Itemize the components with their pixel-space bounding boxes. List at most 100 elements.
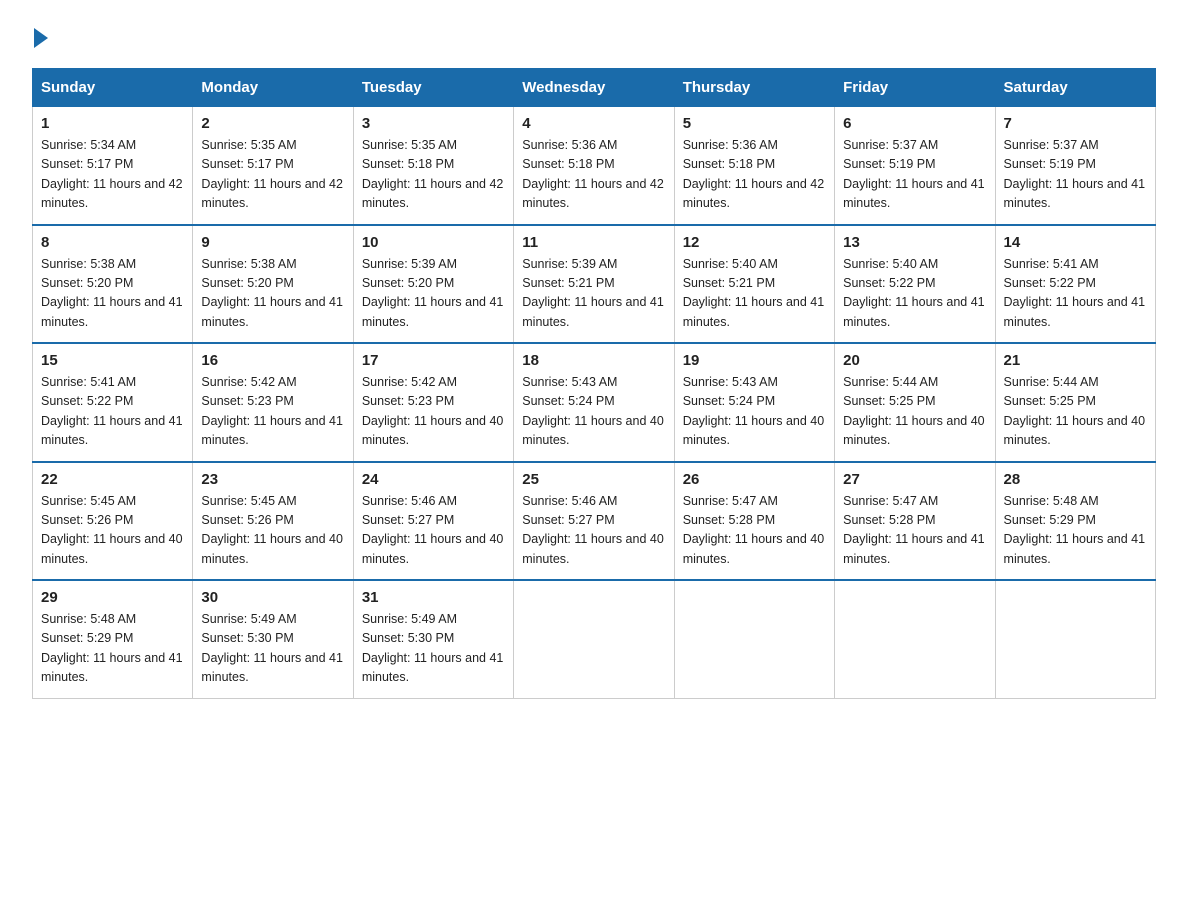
calendar-cell: 9 Sunrise: 5:38 AMSunset: 5:20 PMDaylight… [193, 225, 353, 344]
day-number: 16 [201, 352, 344, 369]
day-info: Sunrise: 5:37 AMSunset: 5:19 PMDaylight:… [1004, 138, 1146, 210]
col-header-saturday: Saturday [995, 69, 1155, 107]
day-number: 11 [522, 234, 665, 251]
calendar-cell: 10 Sunrise: 5:39 AMSunset: 5:20 PMDayligh… [353, 225, 513, 344]
logo [32, 24, 48, 48]
calendar-cell: 20Sunrise: 5:44 AMSunset: 5:25 PMDayligh… [835, 343, 995, 462]
calendar-cell: 17 Sunrise: 5:42 AMSunset: 5:23 PMDayligh… [353, 343, 513, 462]
calendar-cell: 4Sunrise: 5:36 AMSunset: 5:18 PMDaylight… [514, 107, 674, 225]
col-header-friday: Friday [835, 69, 995, 107]
day-number: 22 [41, 471, 184, 488]
day-info: Sunrise: 5:36 AMSunset: 5:18 PMDaylight:… [683, 138, 825, 210]
day-number: 12 [683, 234, 826, 251]
day-number: 19 [683, 352, 826, 369]
col-header-tuesday: Tuesday [353, 69, 513, 107]
calendar-cell: 2 Sunrise: 5:35 AMSunset: 5:17 PMDaylight… [193, 107, 353, 225]
day-info: Sunrise: 5:40 AMSunset: 5:21 PMDaylight:… [683, 257, 825, 329]
day-info: Sunrise: 5:39 AMSunset: 5:21 PMDaylight:… [522, 257, 664, 329]
day-info: Sunrise: 5:36 AMSunset: 5:18 PMDaylight:… [522, 138, 664, 210]
day-info: Sunrise: 5:34 AMSunset: 5:17 PMDaylight:… [41, 138, 183, 210]
day-number: 8 [41, 234, 184, 251]
day-info: Sunrise: 5:35 AMSunset: 5:17 PMDaylight:… [201, 138, 343, 210]
day-number: 14 [1004, 234, 1147, 251]
day-number: 27 [843, 471, 986, 488]
day-number: 26 [683, 471, 826, 488]
calendar-table: SundayMondayTuesdayWednesdayThursdayFrid… [32, 68, 1156, 699]
day-number: 28 [1004, 471, 1147, 488]
day-number: 5 [683, 115, 826, 132]
calendar-cell [835, 580, 995, 698]
day-number: 23 [201, 471, 344, 488]
day-info: Sunrise: 5:48 AMSunset: 5:29 PMDaylight:… [1004, 494, 1146, 566]
day-info: Sunrise: 5:41 AMSunset: 5:22 PMDaylight:… [41, 375, 183, 447]
calendar-cell: 3 Sunrise: 5:35 AMSunset: 5:18 PMDaylight… [353, 107, 513, 225]
calendar-cell: 21 Sunrise: 5:44 AMSunset: 5:25 PMDayligh… [995, 343, 1155, 462]
day-info: Sunrise: 5:49 AMSunset: 5:30 PMDaylight:… [362, 612, 504, 684]
calendar-cell [995, 580, 1155, 698]
col-header-wednesday: Wednesday [514, 69, 674, 107]
calendar-cell [514, 580, 674, 698]
calendar-cell: 18 Sunrise: 5:43 AMSunset: 5:24 PMDayligh… [514, 343, 674, 462]
day-info: Sunrise: 5:44 AMSunset: 5:25 PMDaylight:… [1004, 375, 1146, 447]
day-info: Sunrise: 5:48 AMSunset: 5:29 PMDaylight:… [41, 612, 183, 684]
calendar-cell: 11 Sunrise: 5:39 AMSunset: 5:21 PMDayligh… [514, 225, 674, 344]
calendar-cell: 12 Sunrise: 5:40 AMSunset: 5:21 PMDayligh… [674, 225, 834, 344]
calendar-cell: 28 Sunrise: 5:48 AMSunset: 5:29 PMDayligh… [995, 462, 1155, 581]
day-info: Sunrise: 5:38 AMSunset: 5:20 PMDaylight:… [41, 257, 183, 329]
calendar-week-row: 1Sunrise: 5:34 AMSunset: 5:17 PMDaylight… [33, 107, 1156, 225]
calendar-cell: 16 Sunrise: 5:42 AMSunset: 5:23 PMDayligh… [193, 343, 353, 462]
day-info: Sunrise: 5:39 AMSunset: 5:20 PMDaylight:… [362, 257, 504, 329]
day-number: 20 [843, 352, 986, 369]
day-number: 21 [1004, 352, 1147, 369]
day-info: Sunrise: 5:47 AMSunset: 5:28 PMDaylight:… [683, 494, 825, 566]
calendar-cell [674, 580, 834, 698]
day-number: 17 [362, 352, 505, 369]
calendar-cell: 14 Sunrise: 5:41 AMSunset: 5:22 PMDayligh… [995, 225, 1155, 344]
day-info: Sunrise: 5:41 AMSunset: 5:22 PMDaylight:… [1004, 257, 1146, 329]
calendar-cell: 31 Sunrise: 5:49 AMSunset: 5:30 PMDayligh… [353, 580, 513, 698]
day-number: 24 [362, 471, 505, 488]
calendar-week-row: 8 Sunrise: 5:38 AMSunset: 5:20 PMDaylight… [33, 225, 1156, 344]
calendar-cell: 6 Sunrise: 5:37 AMSunset: 5:19 PMDaylight… [835, 107, 995, 225]
day-number: 2 [201, 115, 344, 132]
calendar-header-row: SundayMondayTuesdayWednesdayThursdayFrid… [33, 69, 1156, 107]
calendar-cell: 8 Sunrise: 5:38 AMSunset: 5:20 PMDaylight… [33, 225, 193, 344]
calendar-cell: 13 Sunrise: 5:40 AMSunset: 5:22 PMDayligh… [835, 225, 995, 344]
day-info: Sunrise: 5:45 AMSunset: 5:26 PMDaylight:… [201, 494, 343, 566]
day-info: Sunrise: 5:35 AMSunset: 5:18 PMDaylight:… [362, 138, 504, 210]
day-info: Sunrise: 5:46 AMSunset: 5:27 PMDaylight:… [362, 494, 504, 566]
day-number: 7 [1004, 115, 1147, 132]
day-info: Sunrise: 5:46 AMSunset: 5:27 PMDaylight:… [522, 494, 664, 566]
calendar-cell: 22 Sunrise: 5:45 AMSunset: 5:26 PMDayligh… [33, 462, 193, 581]
calendar-cell: 24 Sunrise: 5:46 AMSunset: 5:27 PMDayligh… [353, 462, 513, 581]
day-info: Sunrise: 5:47 AMSunset: 5:28 PMDaylight:… [843, 494, 985, 566]
day-number: 31 [362, 589, 505, 606]
calendar-cell: 5 Sunrise: 5:36 AMSunset: 5:18 PMDaylight… [674, 107, 834, 225]
day-number: 13 [843, 234, 986, 251]
day-number: 6 [843, 115, 986, 132]
day-info: Sunrise: 5:42 AMSunset: 5:23 PMDaylight:… [201, 375, 343, 447]
day-number: 30 [201, 589, 344, 606]
calendar-cell: 23 Sunrise: 5:45 AMSunset: 5:26 PMDayligh… [193, 462, 353, 581]
col-header-monday: Monday [193, 69, 353, 107]
day-number: 29 [41, 589, 184, 606]
day-info: Sunrise: 5:43 AMSunset: 5:24 PMDaylight:… [683, 375, 825, 447]
day-info: Sunrise: 5:45 AMSunset: 5:26 PMDaylight:… [41, 494, 183, 566]
col-header-thursday: Thursday [674, 69, 834, 107]
calendar-cell: 29 Sunrise: 5:48 AMSunset: 5:29 PMDayligh… [33, 580, 193, 698]
day-number: 18 [522, 352, 665, 369]
day-number: 15 [41, 352, 184, 369]
day-info: Sunrise: 5:42 AMSunset: 5:23 PMDaylight:… [362, 375, 504, 447]
col-header-sunday: Sunday [33, 69, 193, 107]
calendar-week-row: 15 Sunrise: 5:41 AMSunset: 5:22 PMDayligh… [33, 343, 1156, 462]
day-info: Sunrise: 5:37 AMSunset: 5:19 PMDaylight:… [843, 138, 985, 210]
day-number: 3 [362, 115, 505, 132]
day-number: 9 [201, 234, 344, 251]
logo-arrow-icon [34, 28, 48, 48]
calendar-cell: 25Sunrise: 5:46 AMSunset: 5:27 PMDayligh… [514, 462, 674, 581]
day-info: Sunrise: 5:38 AMSunset: 5:20 PMDaylight:… [201, 257, 343, 329]
calendar-week-row: 29 Sunrise: 5:48 AMSunset: 5:29 PMDayligh… [33, 580, 1156, 698]
day-info: Sunrise: 5:43 AMSunset: 5:24 PMDaylight:… [522, 375, 664, 447]
day-info: Sunrise: 5:40 AMSunset: 5:22 PMDaylight:… [843, 257, 985, 329]
day-number: 10 [362, 234, 505, 251]
